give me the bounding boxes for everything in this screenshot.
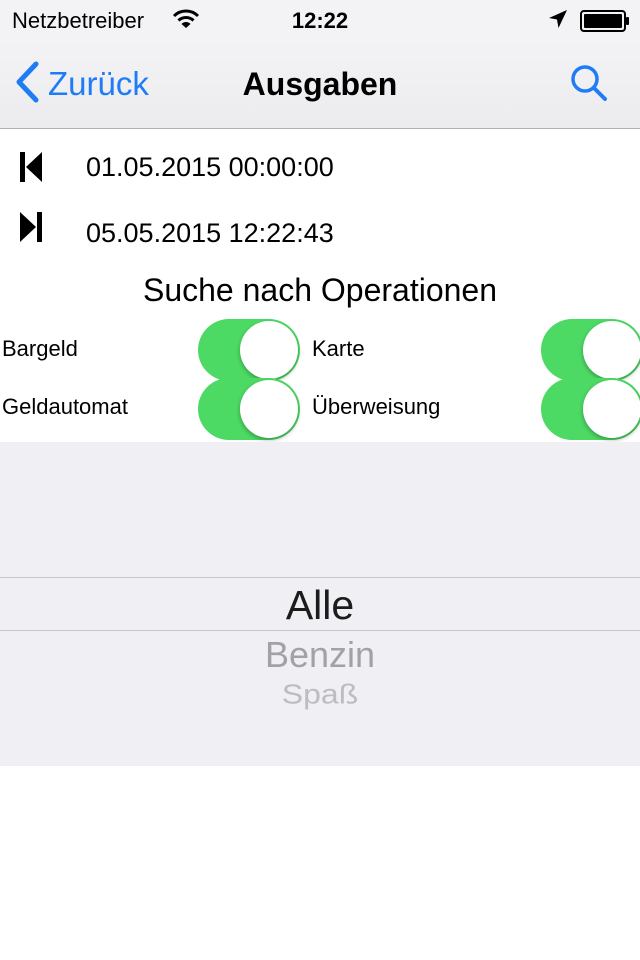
status-bar: Netzbetreiber 12:22 xyxy=(0,0,640,40)
toggle-label-geldautomat: Geldautomat xyxy=(2,394,128,419)
location-arrow-icon xyxy=(548,9,568,34)
picker-selection-top-line xyxy=(0,577,640,578)
toggle-knob xyxy=(583,380,640,438)
toggle-label-ueberweisung: Überweisung xyxy=(312,394,441,419)
picker-selection-bottom-line xyxy=(0,630,640,631)
skip-to-end-icon[interactable] xyxy=(18,210,44,249)
toggle-label-karte: Karte xyxy=(312,336,365,361)
toggle-knob xyxy=(240,380,298,438)
picker-item[interactable]: Spaß xyxy=(0,678,640,711)
search-icon[interactable] xyxy=(568,62,610,109)
page-title: Ausgaben xyxy=(242,66,398,102)
skip-to-start-icon[interactable] xyxy=(18,150,44,189)
category-picker[interactable]: Alle Benzin Spaß xyxy=(0,442,640,766)
filter-section-title: Suche nach Operationen xyxy=(142,272,498,308)
picker-item[interactable]: Benzin xyxy=(0,634,640,676)
toggle-label-bargeld: Bargeld xyxy=(2,336,78,361)
toggle-knob xyxy=(583,321,640,379)
end-date-row[interactable]: 05.05.2015 12:22:43 xyxy=(0,206,640,262)
toggle-geldautomat[interactable] xyxy=(198,378,300,440)
toggle-knob xyxy=(240,321,298,379)
navigation-bar: Zurück Ausgaben xyxy=(0,40,640,129)
end-date-value: 05.05.2015 12:22:43 xyxy=(86,218,334,248)
status-time: 12:22 xyxy=(291,8,349,33)
toggle-karte[interactable] xyxy=(541,319,640,381)
start-date-row[interactable]: 01.05.2015 00:00:00 xyxy=(0,140,640,196)
picker-item-selected[interactable]: Alle xyxy=(0,582,640,629)
toggle-ueberweisung[interactable] xyxy=(541,378,640,440)
toggle-bargeld[interactable] xyxy=(198,319,300,381)
battery-icon xyxy=(580,10,630,37)
start-date-value: 01.05.2015 00:00:00 xyxy=(86,152,334,182)
